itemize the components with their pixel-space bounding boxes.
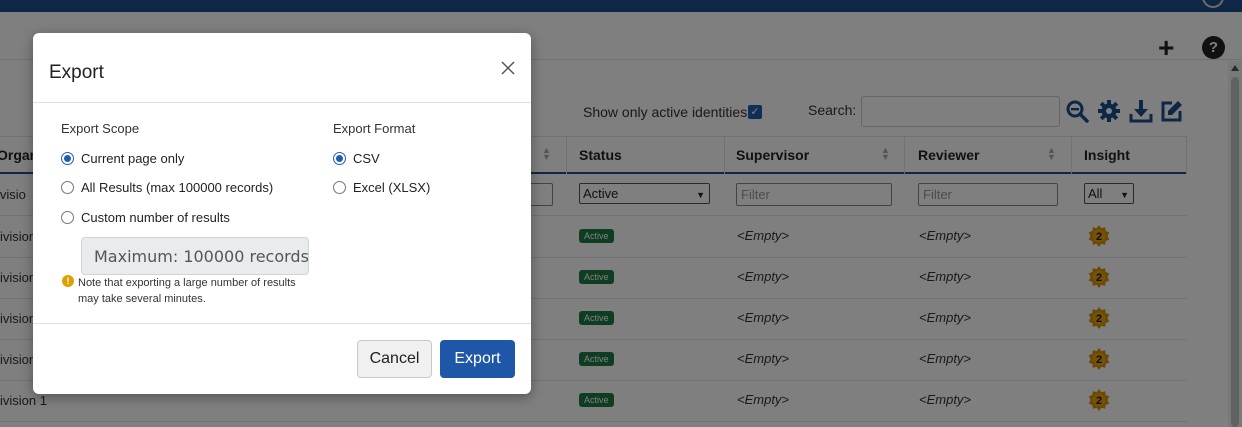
radio-label: CSV (353, 151, 380, 166)
radio-button[interactable] (61, 211, 74, 224)
scope-option-custom[interactable]: Custom number of results (61, 210, 230, 225)
export-note: Note that exporting a large number of re… (78, 277, 296, 305)
modal-title: Export (49, 62, 104, 83)
radio-button[interactable] (61, 181, 74, 194)
export-dialog: Export Export Scope Current page only Al… (33, 33, 531, 394)
radio-label: Custom number of results (81, 210, 230, 225)
custom-results-input[interactable]: Maximum: 100000 records (81, 237, 309, 275)
radio-label: Excel (XLSX) (353, 180, 431, 195)
export-scope-title: Export Scope (61, 121, 140, 136)
radio-button[interactable] (61, 152, 74, 165)
format-option-csv[interactable]: CSV (333, 151, 380, 166)
scope-option-all-results[interactable]: All Results (max 100000 records) (61, 180, 273, 195)
warning-icon: ! (62, 275, 74, 287)
custom-results-placeholder: Maximum: 100000 records (94, 247, 309, 266)
export-button[interactable]: Export (440, 340, 515, 378)
radio-button[interactable] (333, 152, 346, 165)
modal-footer: Cancel Export (33, 323, 531, 394)
close-icon[interactable] (499, 59, 517, 77)
cancel-button[interactable]: Cancel (357, 340, 432, 378)
scope-option-current-page[interactable]: Current page only (61, 151, 184, 166)
radio-label: All Results (max 100000 records) (81, 180, 274, 195)
radio-label: Current page only (81, 151, 185, 166)
modal-header: Export (33, 33, 531, 103)
radio-button[interactable] (333, 181, 346, 194)
export-format-title: Export Format (333, 121, 416, 136)
format-option-xlsx[interactable]: Excel (XLSX) (333, 180, 430, 195)
